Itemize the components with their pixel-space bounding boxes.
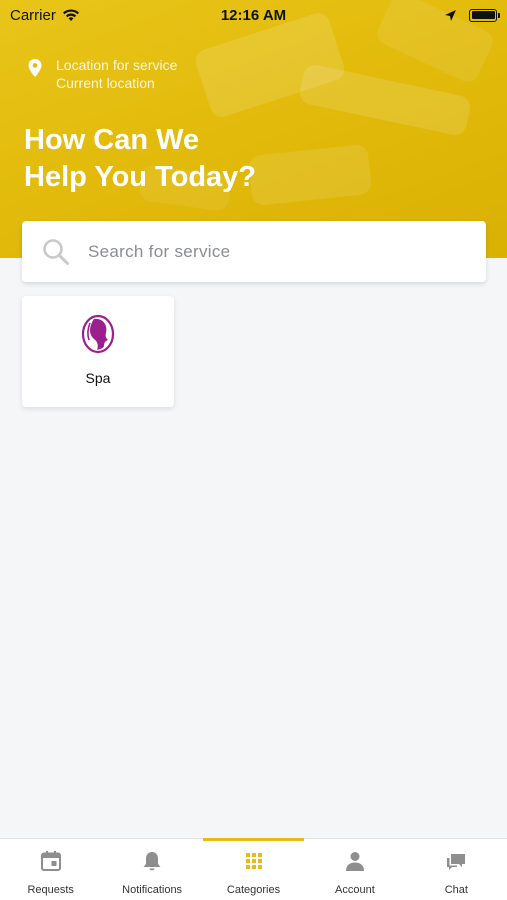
category-label: Spa [85, 370, 111, 386]
status-bar: Carrier 12:16 AM [0, 0, 507, 30]
location-arrow-icon [445, 9, 456, 21]
tab-chat[interactable]: Chat [406, 839, 507, 900]
tab-label: Chat [444, 884, 468, 896]
page-title: How Can We Help You Today? [24, 122, 324, 196]
wifi-icon [62, 9, 79, 21]
calendar-icon [40, 851, 61, 871]
chat-icon [447, 854, 466, 870]
tab-notifications[interactable]: Notifications [101, 839, 202, 900]
tab-account[interactable]: Account [304, 839, 405, 900]
tab-label: Notifications [122, 884, 183, 896]
map-pin-icon [28, 59, 42, 77]
category-card-spa[interactable]: Spa [22, 296, 174, 407]
person-icon [345, 852, 364, 871]
bell-icon [143, 852, 161, 871]
tab-requests[interactable]: Requests [0, 839, 101, 900]
tab-label: Categories [226, 884, 281, 896]
search-input[interactable] [88, 241, 428, 262]
location-selector[interactable]: Location for service Current location [28, 56, 177, 92]
grid-icon [245, 853, 262, 869]
carrier-label: Carrier [10, 6, 56, 24]
tab-label: Account [335, 884, 375, 896]
headline-line-2: Help You Today? [24, 161, 257, 193]
spa-face-icon [81, 314, 115, 354]
location-label: Location for service [56, 57, 178, 73]
bottom-tab-bar: Requests Notifications Categories Accoun… [0, 838, 507, 900]
search-icon [43, 238, 69, 265]
headline-line-1: How Can We [24, 124, 200, 156]
tab-label: Requests [27, 884, 74, 896]
location-value: Current location [56, 75, 155, 91]
search-bar[interactable] [22, 221, 486, 282]
battery-icon [469, 8, 500, 22]
tab-categories[interactable]: Categories [202, 838, 305, 900]
